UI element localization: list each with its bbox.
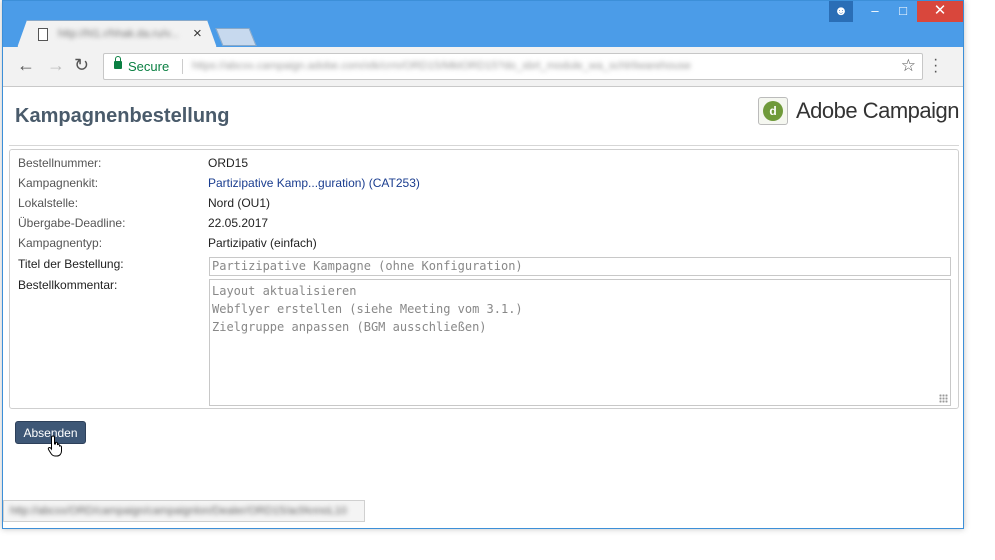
- order-comment-label: Bestellkommentar:: [18, 278, 118, 292]
- field-value: 22.05.2017: [208, 216, 269, 230]
- comment-line: Webflyer erstellen (siehe Meeting vom 3.…: [212, 302, 523, 316]
- logo-icon: d: [758, 97, 788, 125]
- page-icon: [38, 28, 48, 41]
- resize-grip-icon[interactable]: [939, 394, 948, 403]
- field-label: Kampagnenkit:: [18, 176, 99, 190]
- tab-title: http://hl1.r/hhak.da.ru/v...: [58, 28, 178, 40]
- field-label: Bestellnummer:: [18, 156, 102, 170]
- browser-menu-icon[interactable]: · · ·: [933, 52, 938, 80]
- field-label: Übergabe-Deadline:: [18, 216, 126, 230]
- url-text[interactable]: https://abcxx.campaign.adobe.com/xtk/crm…: [192, 60, 752, 74]
- maximize-icon[interactable]: □: [889, 1, 917, 22]
- minimize-icon[interactable]: –: [861, 1, 889, 22]
- address-bar[interactable]: Secure https://abcxx.campaign.adobe.com/…: [103, 53, 923, 80]
- field-value: Partizipativ (einfach): [208, 236, 317, 250]
- field-value: Nord (OU1): [208, 196, 271, 210]
- header-divider: [9, 145, 959, 146]
- lock-icon: [114, 56, 122, 69]
- bookmark-star-icon[interactable]: ☆: [901, 56, 916, 76]
- browser-window: http://hl1.r/hhak.da.ru/v... × ☻ – □ ✕ ←…: [2, 0, 964, 529]
- order-comment-textarea[interactable]: Layout aktualisieren Webflyer erstellen …: [209, 279, 951, 406]
- field-value: ORD15: [208, 156, 249, 170]
- address-separator: [182, 59, 183, 74]
- close-window-icon[interactable]: ✕: [917, 1, 963, 22]
- comment-line: Layout aktualisieren: [212, 284, 357, 298]
- secure-label: Secure: [128, 59, 170, 74]
- page-title: Kampagnenbestellung: [15, 105, 230, 127]
- user-profile-icon[interactable]: ☻: [829, 1, 853, 22]
- forward-arrow-icon[interactable]: →: [47, 55, 65, 76]
- field-label: Lokalstelle:: [18, 196, 79, 210]
- order-form: Bestellnummer: ORD15 Kampagnenkit: Parti…: [9, 149, 959, 409]
- field-label: Kampagnentyp:: [18, 236, 103, 250]
- tab-close-icon[interactable]: ×: [193, 25, 202, 42]
- new-tab-button[interactable]: [215, 28, 257, 46]
- order-title-label: Titel der Bestellung:: [18, 257, 124, 271]
- title-bar: http://hl1.r/hhak.da.ru/v... × ☻ – □ ✕: [3, 1, 963, 48]
- campaign-kit-link[interactable]: Partizipative Kamp...guration) (CAT253): [208, 176, 420, 190]
- logo-text: Adobe Campaign: [796, 98, 960, 123]
- window-controls: ☻ – □ ✕: [829, 1, 963, 23]
- back-arrow-icon[interactable]: ←: [17, 55, 35, 76]
- status-bar: http://abcxx/ORD/campaign/campaignlon/De…: [3, 500, 365, 522]
- status-url: http://abcxx/ORD/campaign/campaignlon/De…: [10, 505, 347, 517]
- adobe-campaign-logo: d Adobe Campaign: [758, 97, 960, 125]
- reload-icon[interactable]: ↻: [74, 55, 89, 76]
- browser-toolbar: ← → ↻ Secure https://abcxx.campaign.adob…: [3, 47, 963, 87]
- browser-tab[interactable]: http://hl1.r/hhak.da.ru/v... ×: [17, 20, 217, 48]
- order-title-input[interactable]: Partizipative Kampagne (ohne Konfigurati…: [209, 257, 951, 276]
- hand-cursor-icon: [47, 435, 62, 457]
- page-content: Kampagnenbestellung d Adobe Campaign Bes…: [3, 87, 963, 528]
- comment-line: Zielgruppe anpassen (BGM ausschließen): [212, 320, 487, 334]
